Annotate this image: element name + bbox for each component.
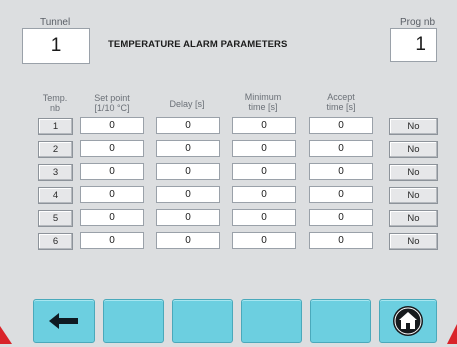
set-point-field[interactable]: 0 (80, 186, 144, 203)
delay-field[interactable]: 0 (156, 140, 220, 157)
alarm-state-button[interactable]: No (389, 141, 438, 158)
alarm-state-button[interactable]: No (389, 118, 438, 135)
col-header-temp-nb: Temp. nb (42, 93, 68, 113)
delay-field[interactable]: 0 (156, 186, 220, 203)
tunnel-label: Tunnel (40, 17, 71, 28)
set-point-field[interactable]: 0 (80, 209, 144, 226)
left-corner-marker (0, 326, 12, 344)
alarm-state-button[interactable]: No (389, 210, 438, 227)
delay-field[interactable]: 0 (156, 117, 220, 134)
delay-field[interactable]: 0 (156, 232, 220, 249)
temp-nb-button[interactable]: 4 (38, 187, 73, 204)
tunnel-value-field[interactable]: 1 (22, 28, 90, 64)
set-point-field[interactable]: 0 (80, 232, 144, 249)
set-point-field[interactable]: 0 (80, 163, 144, 180)
alarm-state-button[interactable]: No (389, 164, 438, 181)
minimum-time-field[interactable]: 0 (232, 140, 296, 157)
alarm-state-button[interactable]: No (389, 233, 438, 250)
back-button[interactable] (33, 299, 95, 343)
col-header-delay: Delay [s] (169, 99, 205, 109)
accept-time-field[interactable]: 0 (309, 209, 373, 226)
set-point-field[interactable]: 0 (80, 117, 144, 134)
back-arrow-icon (49, 313, 78, 329)
accept-time-field[interactable]: 0 (309, 117, 373, 134)
temp-nb-button[interactable]: 3 (38, 164, 73, 181)
page-title: TEMPERATURE ALARM PARAMETERS (108, 39, 288, 50)
delay-field[interactable]: 0 (156, 163, 220, 180)
temp-nb-button[interactable]: 2 (38, 141, 73, 158)
col-header-set-point: Set point [1/10 °C] (94, 93, 130, 113)
minimum-time-field[interactable]: 0 (232, 232, 296, 249)
temp-nb-button[interactable]: 5 (38, 210, 73, 227)
accept-time-field[interactable]: 0 (309, 186, 373, 203)
delay-field[interactable]: 0 (156, 209, 220, 226)
minimum-time-field[interactable]: 0 (232, 163, 296, 180)
function-button-2[interactable] (172, 299, 233, 343)
alarm-state-button[interactable]: No (389, 187, 438, 204)
home-icon (393, 306, 423, 336)
accept-time-field[interactable]: 0 (309, 163, 373, 180)
minimum-time-field[interactable]: 0 (232, 209, 296, 226)
home-button[interactable] (379, 299, 437, 343)
temp-nb-button[interactable]: 6 (38, 233, 73, 250)
function-button-1[interactable] (103, 299, 164, 343)
accept-time-field[interactable]: 0 (309, 232, 373, 249)
temp-nb-button[interactable]: 1 (38, 118, 73, 135)
function-button-3[interactable] (241, 299, 302, 343)
accept-time-field[interactable]: 0 (309, 140, 373, 157)
col-header-minimum-time: Minimum time [s] (244, 92, 282, 112)
minimum-time-field[interactable]: 0 (232, 186, 296, 203)
set-point-field[interactable]: 0 (80, 140, 144, 157)
prog-nb-field[interactable]: 1 (390, 28, 437, 62)
function-button-4[interactable] (310, 299, 371, 343)
minimum-time-field[interactable]: 0 (232, 117, 296, 134)
prog-nb-label: Prog nb (400, 17, 436, 28)
right-corner-marker (447, 324, 457, 344)
col-header-accept-time: Accept time [s] (326, 92, 356, 112)
temperature-alarm-screen: Tunnel 1 TEMPERATURE ALARM PARAMETERS Pr… (0, 0, 457, 344)
